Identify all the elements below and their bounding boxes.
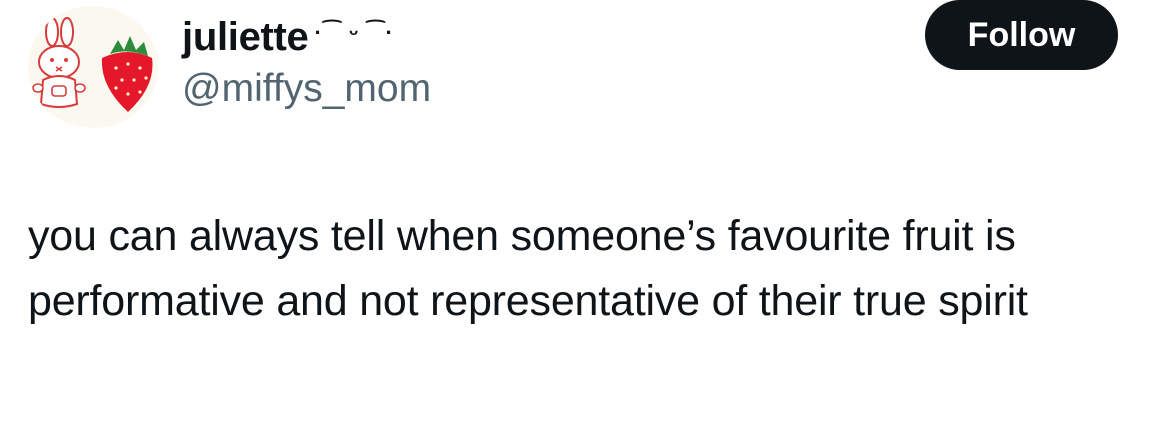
user-handle[interactable]: @miffys_mom: [182, 66, 431, 112]
avatar[interactable]: [28, 6, 158, 128]
display-name-row[interactable]: juliette ·⁀ ᵕ ⁀·: [182, 12, 431, 62]
miffy-strawberry-avatar-icon: [32, 17, 153, 112]
display-name-decoration: ·⁀ ᵕ ⁀·: [314, 20, 394, 45]
follow-button[interactable]: Follow: [925, 0, 1118, 70]
tweet-header: juliette ·⁀ ᵕ ⁀· @miffys_mom Follow: [0, 0, 1170, 140]
display-name[interactable]: juliette: [182, 12, 309, 62]
tweet-card: juliette ·⁀ ᵕ ⁀· @miffys_mom Follow you …: [0, 0, 1170, 438]
tweet-text: you can always tell when someone’s favou…: [28, 212, 1028, 325]
author-info: juliette ·⁀ ᵕ ⁀· @miffys_mom: [182, 12, 431, 112]
